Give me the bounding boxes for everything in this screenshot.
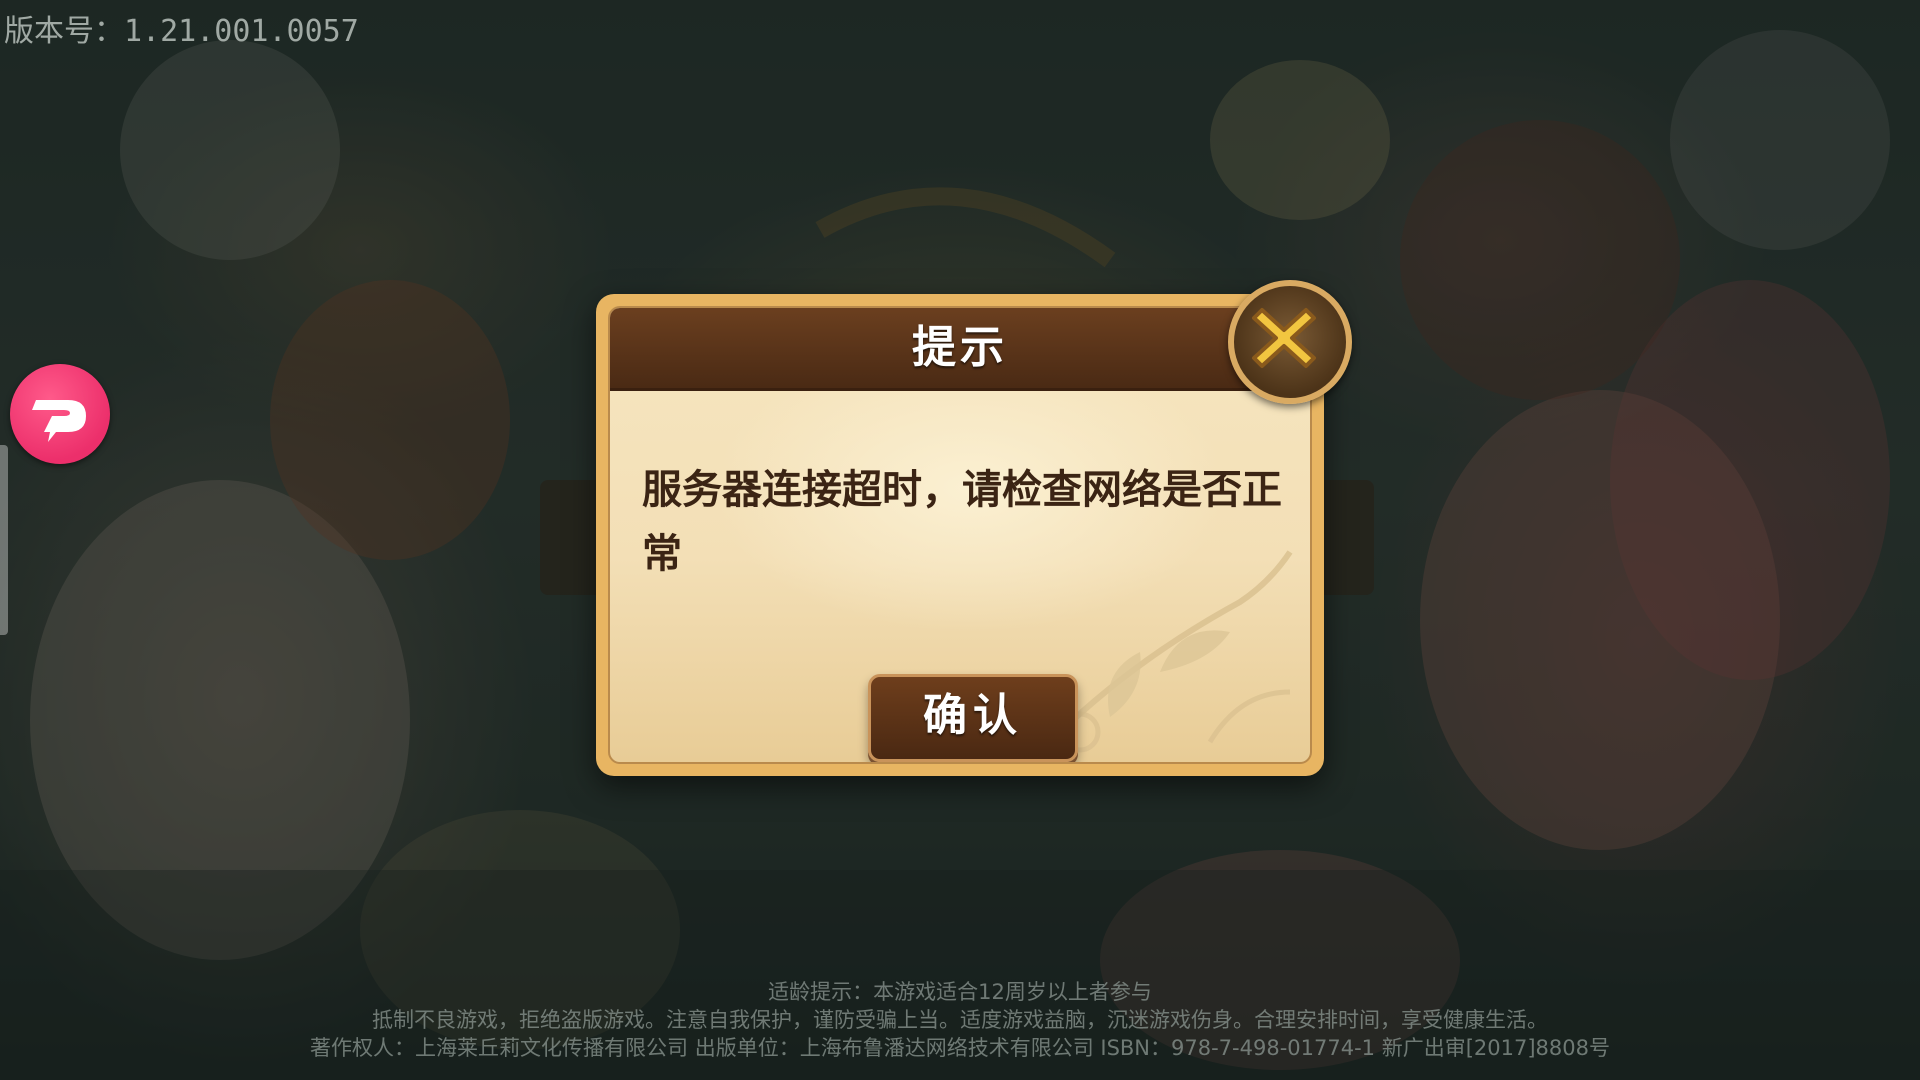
dialog-body: 提示 服务器连接超时，请检查网络是否正常 确认 <box>608 306 1312 764</box>
dialog-title: 提示 <box>912 322 1008 373</box>
legal-footer: 适龄提示：本游戏适合12周岁以上者参与 抵制不良游戏，拒绝盗版游戏。注意自我保护… <box>0 978 1920 1062</box>
close-x-icon <box>1252 308 1316 368</box>
version-label: 版本号：1.21.001.0057 <box>4 14 359 49</box>
copyright-notice: 著作权人：上海莱丘莉文化传播有限公司 出版单位：上海布鲁潘达网络技术有限公司 I… <box>310 1036 1610 1060</box>
confirm-button[interactable]: 确认 <box>868 674 1078 762</box>
side-drawer-handle[interactable] <box>0 445 8 635</box>
health-notice: 抵制不良游戏，拒绝盗版游戏。注意自我保护，谨防受骗上当。适度游戏益脑，沉迷游戏伤… <box>372 1008 1548 1032</box>
confirm-button-label: 确认 <box>923 690 1023 741</box>
age-notice: 适龄提示：本游戏适合12周岁以上者参与 <box>768 980 1152 1004</box>
taptap-logo-icon <box>32 400 86 442</box>
alert-dialog: 提示 服务器连接超时，请检查网络是否正常 确认 <box>596 294 1324 776</box>
close-button[interactable] <box>1228 280 1352 404</box>
game-screen: 版本号：1.21.001.0057 提示 服务器连接超时，请检查网络是否正常 确… <box>0 0 1920 1080</box>
dialog-message: 服务器连接超时，请检查网络是否正常 <box>642 467 1282 577</box>
taptap-button[interactable] <box>10 364 110 464</box>
